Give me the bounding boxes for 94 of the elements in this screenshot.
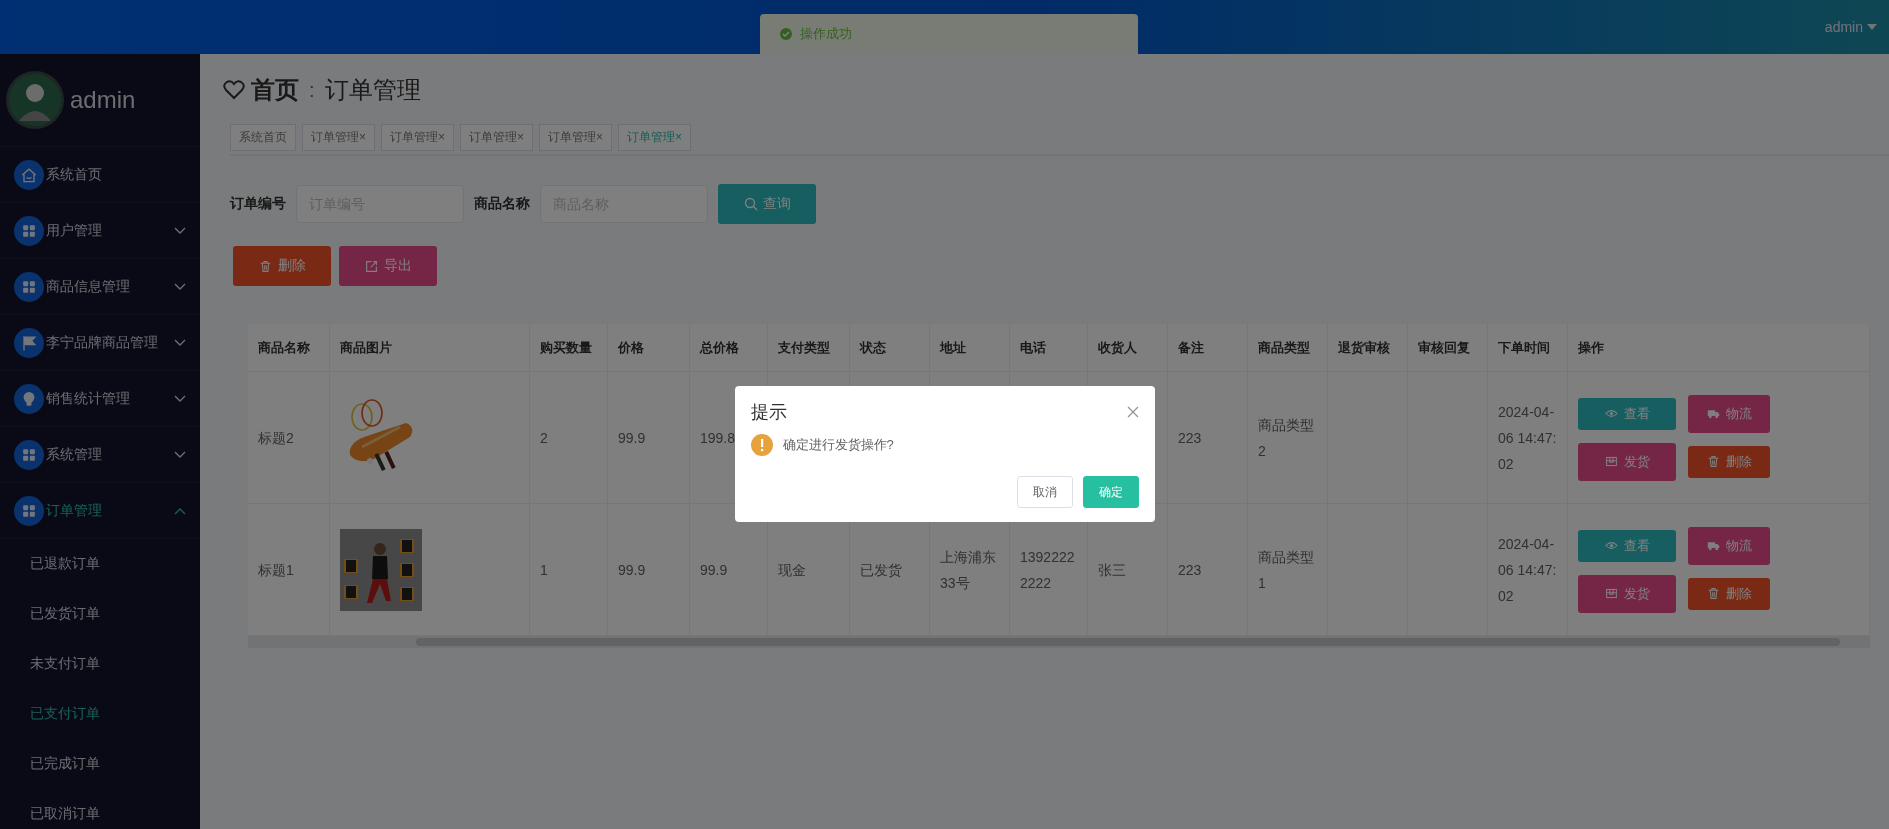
ship-button[interactable]: 发货 xyxy=(1578,442,1676,481)
tab[interactable]: 系统首页 xyxy=(230,124,296,151)
bulb-icon xyxy=(14,383,44,414)
view-button[interactable]: 查看 xyxy=(1578,529,1676,562)
grid-icon xyxy=(14,271,44,302)
logistics-button[interactable]: 物流 xyxy=(1688,394,1770,433)
field-label: 订单编号 xyxy=(230,195,286,213)
submenu-item[interactable]: 已完成订单 xyxy=(0,739,200,789)
tab[interactable]: 订单管理× xyxy=(381,124,455,151)
delete-button[interactable]: 删除 xyxy=(233,246,331,286)
menu-item[interactable]: 系统管理 xyxy=(0,427,200,483)
grid-icon xyxy=(14,215,44,246)
column-header: 审核回复 xyxy=(1408,324,1488,372)
column-header: 商品类型 xyxy=(1248,324,1328,372)
heart-icon xyxy=(223,80,245,100)
avatar xyxy=(6,71,64,129)
search-button[interactable]: 查询 xyxy=(718,184,816,224)
export-icon xyxy=(364,259,378,273)
table-cell: 商品类型2 xyxy=(1248,372,1328,504)
eye-icon xyxy=(1604,407,1618,420)
chevron-down-icon xyxy=(174,282,186,291)
warning-icon xyxy=(750,434,773,456)
truck-icon xyxy=(1706,407,1720,420)
chevron-down-icon xyxy=(174,226,186,235)
tab[interactable]: 订单管理× xyxy=(539,124,613,151)
menu-item[interactable]: 系统首页 xyxy=(0,147,200,203)
horizontal-scrollbar[interactable] xyxy=(248,636,1870,648)
tab[interactable]: 订单管理× xyxy=(618,124,692,151)
chevron-up-icon xyxy=(174,506,186,515)
menu-item[interactable]: 商品信息管理 xyxy=(0,259,200,315)
column-header: 操作 xyxy=(1568,324,1870,372)
home-icon xyxy=(14,159,44,190)
logistics-button[interactable]: 物流 xyxy=(1688,526,1770,565)
delete-button[interactable]: 删除 xyxy=(1688,577,1770,610)
confirm-button[interactable]: 确定 xyxy=(1082,476,1139,508)
dialog-message: 确定进行发货操作? xyxy=(782,436,894,454)
eye-icon xyxy=(1604,539,1618,552)
trash-icon xyxy=(1706,587,1720,600)
chevron-down-icon xyxy=(174,450,186,459)
column-header: 状态 xyxy=(850,324,930,372)
user-menu[interactable]: admin xyxy=(1824,19,1863,35)
flag-icon xyxy=(14,327,44,358)
caret-icon[interactable] xyxy=(1867,23,1877,31)
column-header: 地址 xyxy=(930,324,1010,372)
user-name: admin xyxy=(70,86,136,114)
table-cell: 223 xyxy=(1168,372,1248,504)
trash-icon xyxy=(1706,455,1720,468)
breadcrumb-link[interactable]: 首页 xyxy=(251,74,299,106)
tab[interactable]: 订单管理× xyxy=(460,124,534,151)
submenu-item[interactable]: 未支付订单 xyxy=(0,639,200,689)
column-header: 下单时间 xyxy=(1488,324,1568,372)
column-header: 价格 xyxy=(608,324,690,372)
column-header: 电话 xyxy=(1010,324,1088,372)
breadcrumb-separator: : xyxy=(308,78,316,102)
menu-item[interactable]: 用户管理 xyxy=(0,203,200,259)
table-cell: 2 xyxy=(530,372,608,504)
submenu-item[interactable]: 已退款订单 xyxy=(0,539,200,589)
field-label: 商品名称 xyxy=(474,195,530,213)
menu-item[interactable]: 李宁品牌商品管理 xyxy=(0,315,200,371)
grid-icon xyxy=(14,495,44,526)
truck-icon xyxy=(1706,539,1720,552)
submenu-item[interactable]: 已支付订单 xyxy=(0,689,200,739)
tab[interactable]: 订单管理× xyxy=(302,124,375,151)
submenu-item[interactable]: 已发货订单 xyxy=(0,589,200,639)
column-header: 支付类型 xyxy=(768,324,850,372)
cancel-button[interactable]: 取消 xyxy=(1016,476,1073,508)
column-header: 商品图片 xyxy=(330,324,530,372)
close-icon[interactable] xyxy=(1126,406,1139,418)
search-icon xyxy=(743,197,758,211)
chevron-down-icon xyxy=(174,394,186,403)
check-icon xyxy=(780,28,792,40)
submenu-item[interactable]: 已取消订单 xyxy=(0,789,200,829)
grid-icon xyxy=(14,439,44,470)
view-button[interactable]: 查看 xyxy=(1578,397,1676,430)
chevron-down-icon xyxy=(174,338,186,347)
breadcrumb-current: 订单管理 xyxy=(324,75,421,105)
table-cell: 99.9 xyxy=(608,372,690,504)
box-icon xyxy=(1604,587,1618,600)
table-cell: 2024-04-06 14:47:02 xyxy=(1488,372,1568,504)
column-header: 备注 xyxy=(1168,324,1248,372)
export-button[interactable]: 导出 xyxy=(339,246,437,286)
ship-button[interactable]: 发货 xyxy=(1578,574,1676,613)
table-cell: 标题2 xyxy=(248,372,330,504)
trash-icon xyxy=(258,259,272,273)
box-icon xyxy=(1604,455,1618,468)
column-header: 总价格 xyxy=(690,324,768,372)
toast-text: 操作成功 xyxy=(800,25,852,43)
menu-item[interactable]: 销售统计管理 xyxy=(0,371,200,427)
column-header: 购买数量 xyxy=(530,324,608,372)
column-header: 收货人 xyxy=(1088,324,1168,372)
delete-button[interactable]: 删除 xyxy=(1688,445,1770,478)
menu-item[interactable]: 订单管理 xyxy=(0,483,200,539)
column-header: 商品名称 xyxy=(248,324,330,372)
column-header: 退货审核 xyxy=(1328,324,1408,372)
